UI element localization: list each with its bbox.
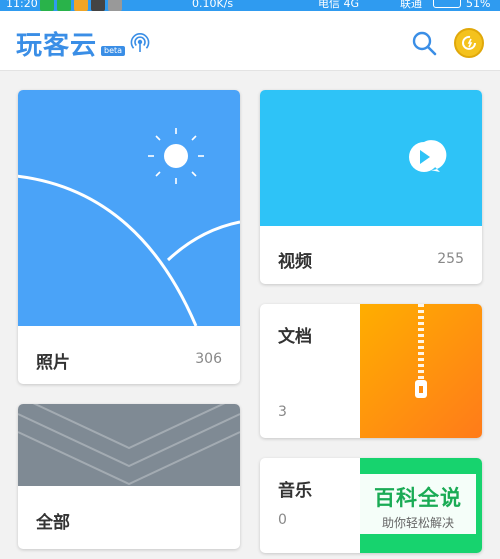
app-header: 玩客云 beta bbox=[0, 11, 500, 71]
beta-badge: beta bbox=[101, 46, 126, 56]
watermark-logo: 百科全说 助你轻松解决 bbox=[360, 474, 476, 534]
notification-icon bbox=[74, 0, 88, 11]
coin-icon[interactable] bbox=[454, 28, 484, 58]
documents-card[interactable]: 文档 3 bbox=[260, 304, 482, 438]
all-files-cover bbox=[18, 404, 240, 486]
status-time: 11:20 bbox=[6, 0, 38, 10]
all-files-label: 全部 bbox=[36, 513, 70, 533]
folder-pattern bbox=[18, 404, 240, 486]
watermark-subtitle: 助你轻松解决 bbox=[381, 516, 454, 530]
sun-landscape-illustration bbox=[18, 128, 240, 327]
zipper-icon bbox=[415, 304, 427, 398]
all-files-card[interactable]: 全部 bbox=[18, 404, 240, 549]
videos-label: 视频 bbox=[278, 252, 312, 272]
wechat-icon bbox=[57, 0, 71, 11]
notification-icon bbox=[40, 0, 54, 11]
play-bubble-icon bbox=[409, 140, 447, 172]
documents-cover bbox=[360, 304, 482, 438]
carrier-2: 联通 bbox=[400, 0, 422, 10]
videos-count: 255 bbox=[437, 251, 464, 267]
videos-cover bbox=[260, 90, 482, 226]
documents-label: 文档 bbox=[278, 327, 312, 347]
watermark-title: 百科全说 bbox=[374, 486, 462, 510]
carrier-1: 电信 4G bbox=[318, 0, 360, 10]
app-title: 玩客云 bbox=[16, 31, 98, 61]
battery-level: 51% bbox=[466, 0, 491, 10]
status-bar: 11:20 0.10K/s 电信 4G 联通 51% bbox=[0, 0, 500, 11]
photos-count: 306 bbox=[195, 351, 222, 367]
photos-label: 照片 bbox=[36, 353, 70, 373]
search-icon[interactable] bbox=[410, 29, 438, 57]
music-label: 音乐 bbox=[278, 481, 312, 501]
notification-icon bbox=[91, 0, 105, 11]
photos-cover bbox=[18, 90, 240, 327]
broadcast-icon[interactable] bbox=[129, 32, 151, 54]
notification-icon bbox=[108, 0, 122, 11]
notification-icons bbox=[40, 0, 122, 11]
battery-icon bbox=[433, 0, 461, 8]
photos-card[interactable]: 照片 306 bbox=[18, 90, 240, 384]
network-speed: 0.10K/s bbox=[192, 0, 234, 10]
music-count: 0 bbox=[278, 512, 287, 528]
videos-card[interactable]: 视频 255 bbox=[260, 90, 482, 284]
documents-count: 3 bbox=[278, 404, 287, 420]
